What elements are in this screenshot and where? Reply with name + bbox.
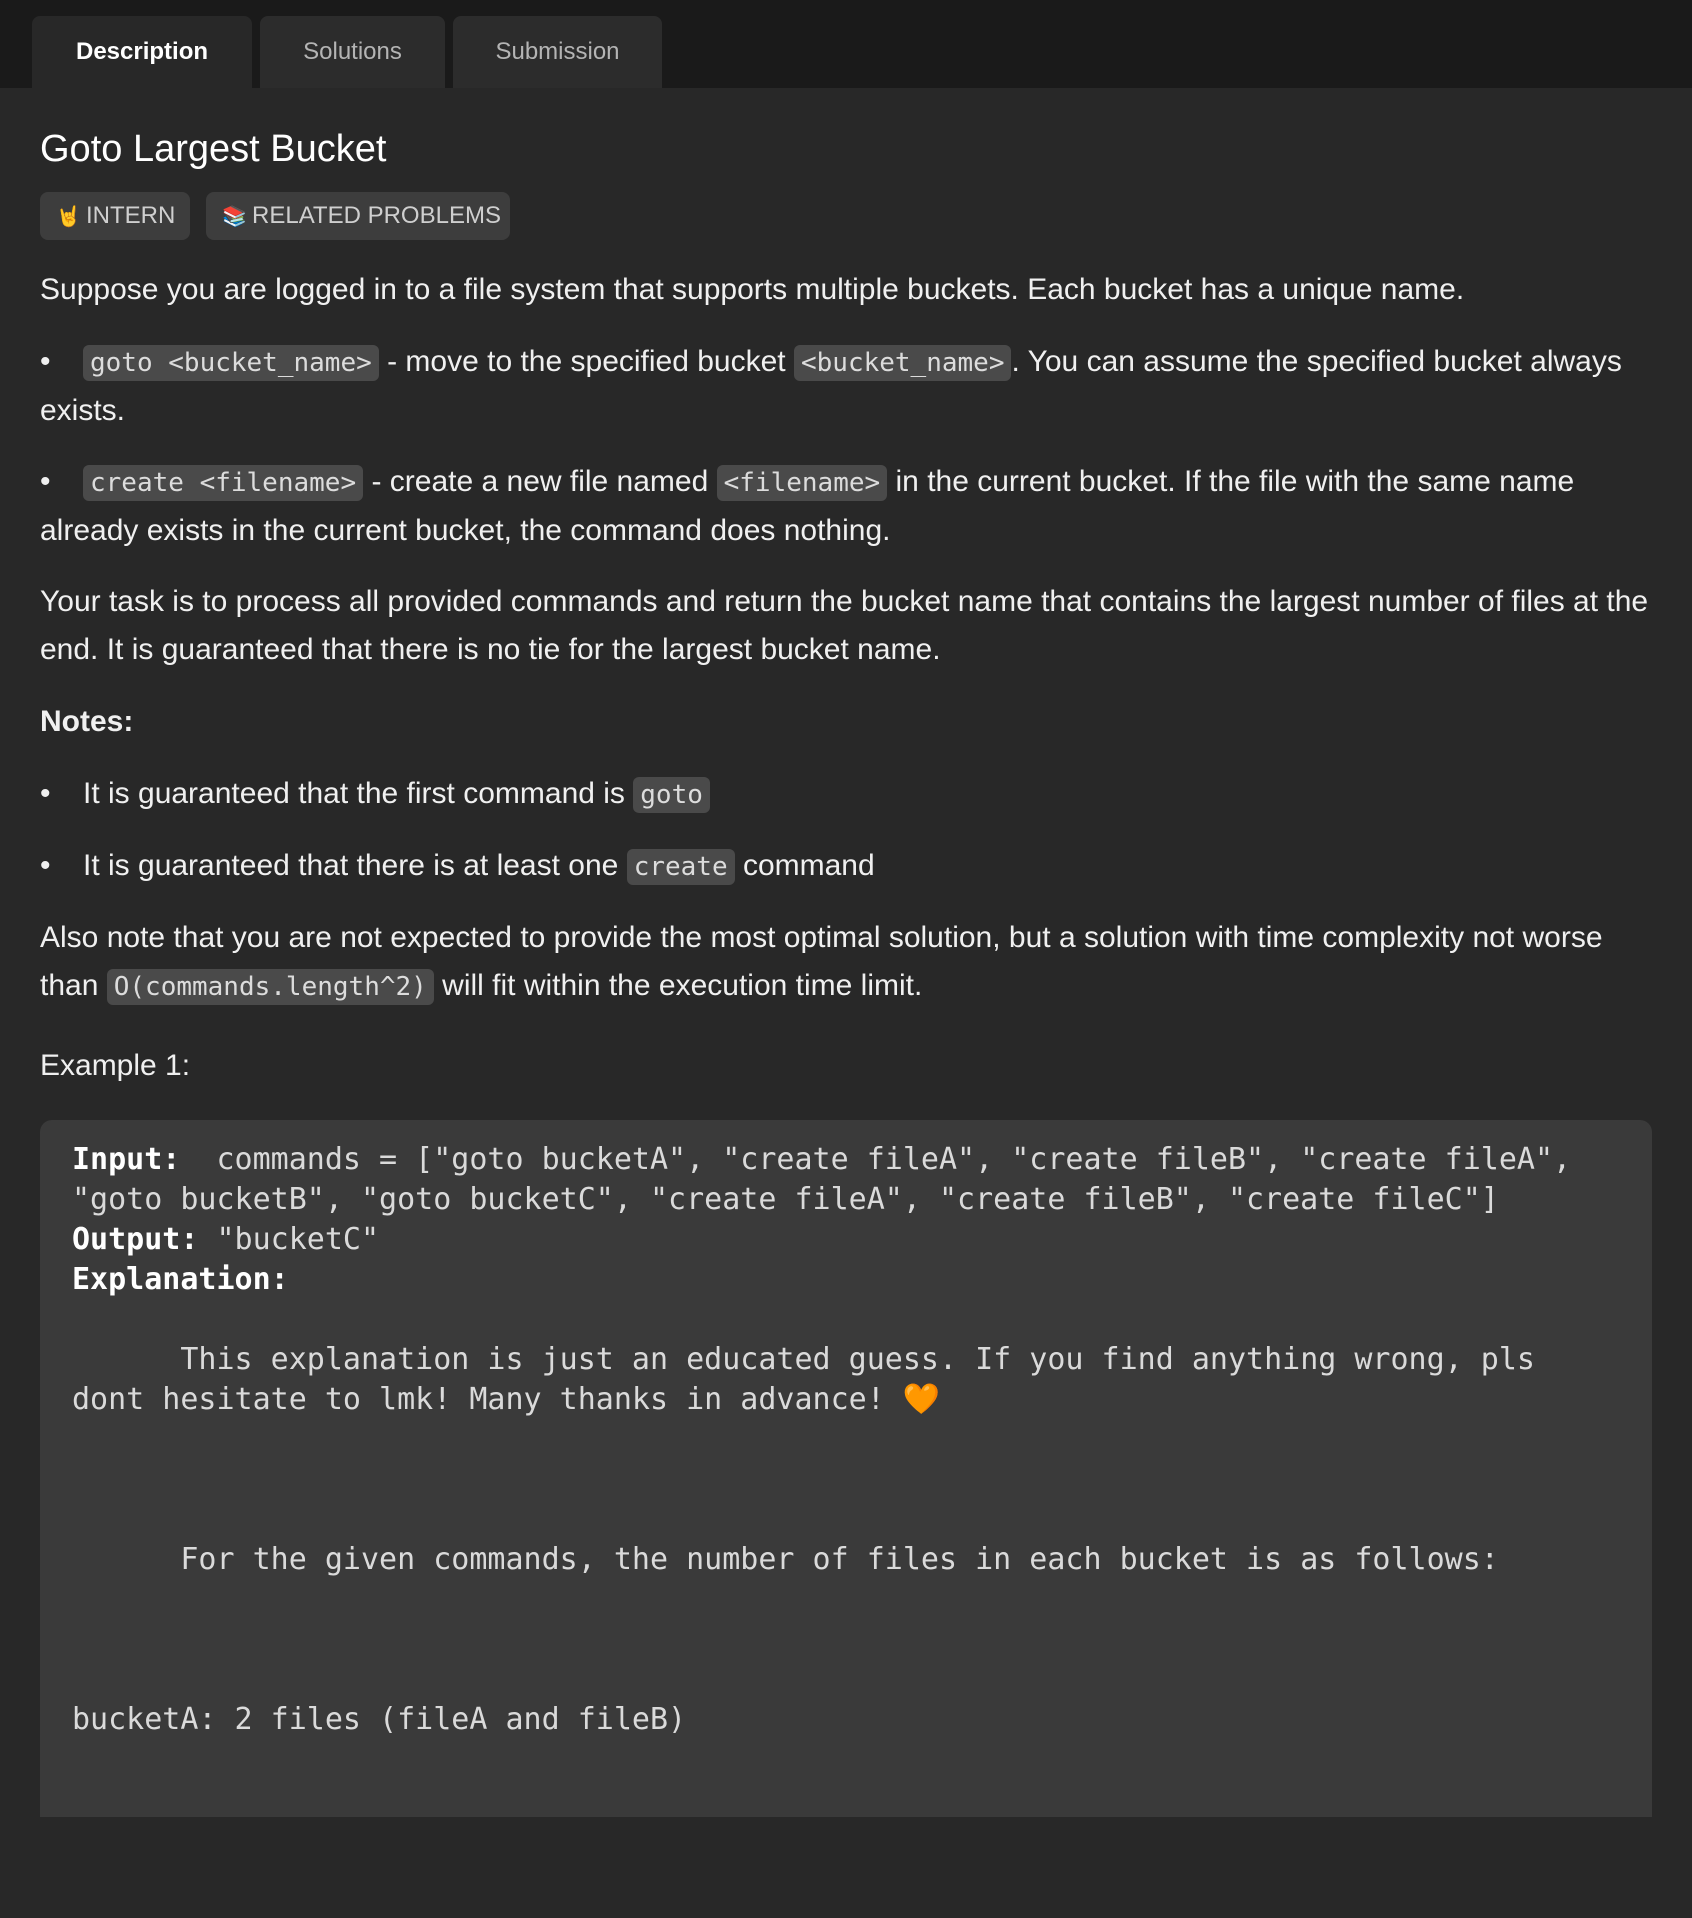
- page-title: Goto Largest Bucket: [40, 128, 387, 170]
- rock-hand-icon: 🤘: [56, 206, 81, 228]
- input-value: commands = ["goto bucketA", "create file…: [72, 1142, 1590, 1217]
- inline-code: O(commands.length^2): [106, 969, 434, 1005]
- bullet-dot: •: [40, 345, 51, 378]
- bullet-dot: •: [40, 777, 51, 810]
- inline-code: <bucket_name>: [793, 345, 1012, 381]
- tag-intern[interactable]: 🤘 INTERN: [40, 192, 190, 240]
- list-item-create: • create <filename> - create a new file n…: [40, 458, 1652, 555]
- intro-paragraph: Suppose you are logged in to a file syst…: [40, 273, 1465, 306]
- explanation-text: This explanation is just an educated gue…: [72, 1342, 1554, 1417]
- output-value: "bucketC": [198, 1222, 380, 1257]
- explanation-text: For the given commands, the number of fi…: [72, 1542, 1499, 1577]
- example-heading: Example 1:: [40, 1049, 191, 1082]
- inline-code: goto <bucket_name>: [83, 345, 379, 381]
- tab-submission[interactable]: Submission: [453, 16, 662, 88]
- paragraph-text: will fit within the execution time limit…: [433, 969, 923, 1002]
- list-text: It is guaranteed that the first command …: [83, 777, 634, 810]
- inline-code: <filename>: [716, 465, 888, 501]
- bullet-dot: •: [40, 465, 51, 498]
- tab-bar: Description Solutions Submission: [0, 0, 1692, 88]
- inline-code: create <filename>: [83, 465, 364, 501]
- tag-label: INTERN: [86, 202, 176, 229]
- output-label: Output:: [72, 1222, 199, 1257]
- task-paragraph: Your task is to process all provided com…: [40, 585, 1649, 666]
- notes-heading: Notes:: [40, 705, 134, 738]
- list-item-note: • It is guaranteed that there is at least…: [40, 842, 1652, 891]
- tab-solutions[interactable]: Solutions: [260, 16, 445, 88]
- inline-code: create: [626, 849, 735, 885]
- tag-label: RELATED PROBLEMS: [252, 202, 501, 229]
- inline-code: goto: [633, 777, 710, 813]
- tab-description[interactable]: Description: [32, 16, 252, 88]
- complexity-note: Also note that you are not expected to p…: [40, 914, 1652, 1011]
- list-item-note: • It is guaranteed that the first command…: [40, 770, 1652, 819]
- books-icon: 📚: [222, 206, 247, 228]
- bullet-dot: •: [40, 849, 51, 882]
- list-item-goto: • goto <bucket_name> - move to the specif…: [40, 338, 1652, 435]
- list-text: command: [734, 849, 875, 882]
- related-problems-button[interactable]: 📚 RELATED PROBLEMS: [206, 192, 510, 240]
- explanation-text: bucketA: 2 files (fileA and fileB): [72, 1702, 687, 1737]
- example-code-block: Input: commands = ["goto bucketA", "crea…: [40, 1120, 1652, 1817]
- input-label: Input:: [72, 1142, 181, 1177]
- list-text: It is guaranteed that there is at least …: [83, 849, 627, 882]
- list-text: - move to the specified bucket: [378, 345, 794, 378]
- list-text: - create a new file named: [363, 465, 717, 498]
- explanation-label: Explanation:: [72, 1262, 289, 1297]
